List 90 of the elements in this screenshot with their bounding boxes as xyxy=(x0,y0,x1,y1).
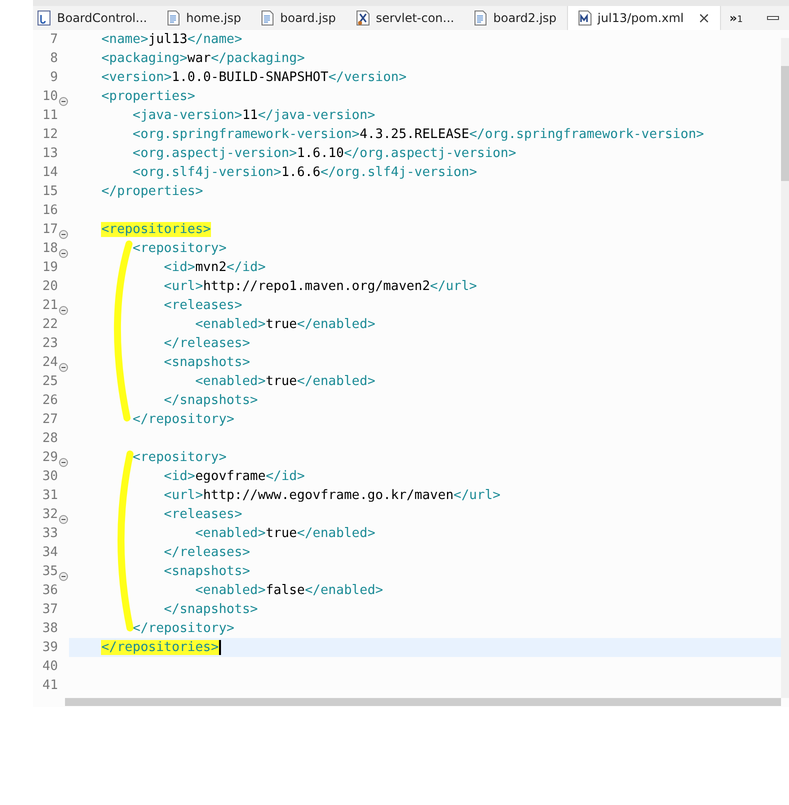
editor-tab[interactable]: jul13/pom.xml × xyxy=(566,6,722,30)
code-line: <version>1.0.0-BUILD-SNAPSHOT</version> xyxy=(100,69,408,87)
horizontal-scrollbar[interactable] xyxy=(65,698,781,706)
code-line: </releases> xyxy=(162,544,252,562)
line-number: 23 xyxy=(42,335,58,353)
document-icon xyxy=(167,10,180,26)
close-icon[interactable]: × xyxy=(698,6,710,30)
line-number: 39 xyxy=(42,639,58,657)
code-line: </snapshots> xyxy=(162,601,259,619)
code-line: </repository> xyxy=(132,620,236,638)
code-line: <org.slf4j-version>1.6.6</org.slf4j-version> xyxy=(132,164,478,182)
code-line: <enabled>true</enabled> xyxy=(194,316,376,334)
collapse-icon[interactable] xyxy=(59,362,68,372)
code-line: <releases> xyxy=(162,297,244,315)
java-file-icon xyxy=(37,10,51,26)
code-line: <enabled>true</enabled> xyxy=(194,373,376,391)
line-number: 11 xyxy=(42,107,58,125)
line-number: 27 xyxy=(42,411,58,429)
line-number: 38 xyxy=(42,620,58,638)
line-number: 40 xyxy=(42,658,58,676)
collapse-icon[interactable] xyxy=(59,306,68,315)
editor-tab[interactable]: BoardControl... xyxy=(33,6,158,30)
line-number: 15 xyxy=(42,183,58,201)
line-number: 10 xyxy=(42,88,58,106)
code-line: <org.springframework-version>4.3.25.RELEASE</org.springframework-version> xyxy=(132,126,705,144)
line-number: 21 xyxy=(42,297,58,315)
line-number: 22 xyxy=(42,316,58,334)
code-line: </releases> xyxy=(162,335,252,353)
line-number: 13 xyxy=(42,145,58,163)
line-number: 9 xyxy=(50,69,58,87)
collapse-icon[interactable] xyxy=(59,514,68,524)
line-number: 34 xyxy=(42,544,58,562)
line-number: 35 xyxy=(42,563,58,581)
line-number: 26 xyxy=(42,392,58,410)
line-number: 16 xyxy=(42,202,58,220)
scrollbar-thumb[interactable] xyxy=(781,66,789,181)
code-line: <properties> xyxy=(100,88,196,106)
line-number: 32 xyxy=(42,506,58,524)
more-tabs-button[interactable]: »$_{1}$ xyxy=(721,6,753,30)
code-line: <repository> xyxy=(132,449,228,467)
collapse-icon[interactable] xyxy=(59,458,68,467)
code-line: <url>http://repo1.maven.org/maven2</url> xyxy=(162,278,478,296)
document-icon xyxy=(261,10,274,26)
line-number: 28 xyxy=(42,430,58,448)
code-line: <snapshots> xyxy=(162,354,252,372)
line-number: 25 xyxy=(42,373,58,391)
editor-tab[interactable]: board.jsp xyxy=(251,6,346,30)
line-number: 33 xyxy=(42,525,58,543)
editor-tab[interactable]: board2.jsp xyxy=(464,6,567,30)
code-line: <url>http://www.egovframe.go.kr/maven</url> xyxy=(162,487,502,505)
line-number: 37 xyxy=(42,601,58,619)
line-number: 29 xyxy=(42,449,58,467)
code-line: </snapshots> xyxy=(162,392,259,410)
collapse-icon[interactable] xyxy=(59,96,68,106)
line-number: 17 xyxy=(42,221,58,239)
code-line: <packaging>war</packaging> xyxy=(100,50,306,68)
line-number: 19 xyxy=(42,259,58,277)
code-line: </properties> xyxy=(100,183,204,201)
code-line: <enabled>true</enabled> xyxy=(194,525,376,543)
collapse-icon[interactable] xyxy=(59,230,68,239)
collapse-icon[interactable] xyxy=(59,572,68,581)
line-number: 31 xyxy=(42,487,58,505)
line-number: 24 xyxy=(42,354,58,372)
line-number: 12 xyxy=(42,126,58,144)
editor-tab[interactable]: servlet-con... xyxy=(346,6,464,30)
line-number: 8 xyxy=(50,50,58,68)
document-icon xyxy=(474,10,488,26)
line-number: 41 xyxy=(42,677,58,695)
line-number: 14 xyxy=(42,164,58,182)
line-number: 7 xyxy=(50,31,58,49)
code-line: </repository> xyxy=(132,411,236,429)
line-number: 20 xyxy=(42,278,58,296)
code-line: <name>jul13</name> xyxy=(100,31,244,49)
code-line: <java-version>11</java-version> xyxy=(132,107,376,125)
line-number: 36 xyxy=(42,582,58,600)
m-file-icon xyxy=(578,10,592,26)
code-line: <id>egovframe</id> xyxy=(162,468,306,486)
line-number: 30 xyxy=(42,468,58,486)
x-file-icon xyxy=(356,10,370,26)
collapse-icon[interactable] xyxy=(59,248,68,258)
vertical-scrollbar[interactable] xyxy=(781,38,789,698)
minimize-icon xyxy=(767,14,779,22)
code-line: <id>mvn2</id> xyxy=(162,259,267,277)
line-number: 18 xyxy=(42,240,58,258)
code-line: <enabled>false</enabled> xyxy=(194,582,384,600)
code-line: <org.aspectj-version>1.6.10</org.aspectj-version> xyxy=(132,145,518,163)
editor-tab[interactable]: home.jsp xyxy=(157,6,252,30)
code-line: <releases> xyxy=(162,506,244,524)
code-line: <repository> xyxy=(132,240,228,258)
code-line: <snapshots> xyxy=(162,563,252,581)
